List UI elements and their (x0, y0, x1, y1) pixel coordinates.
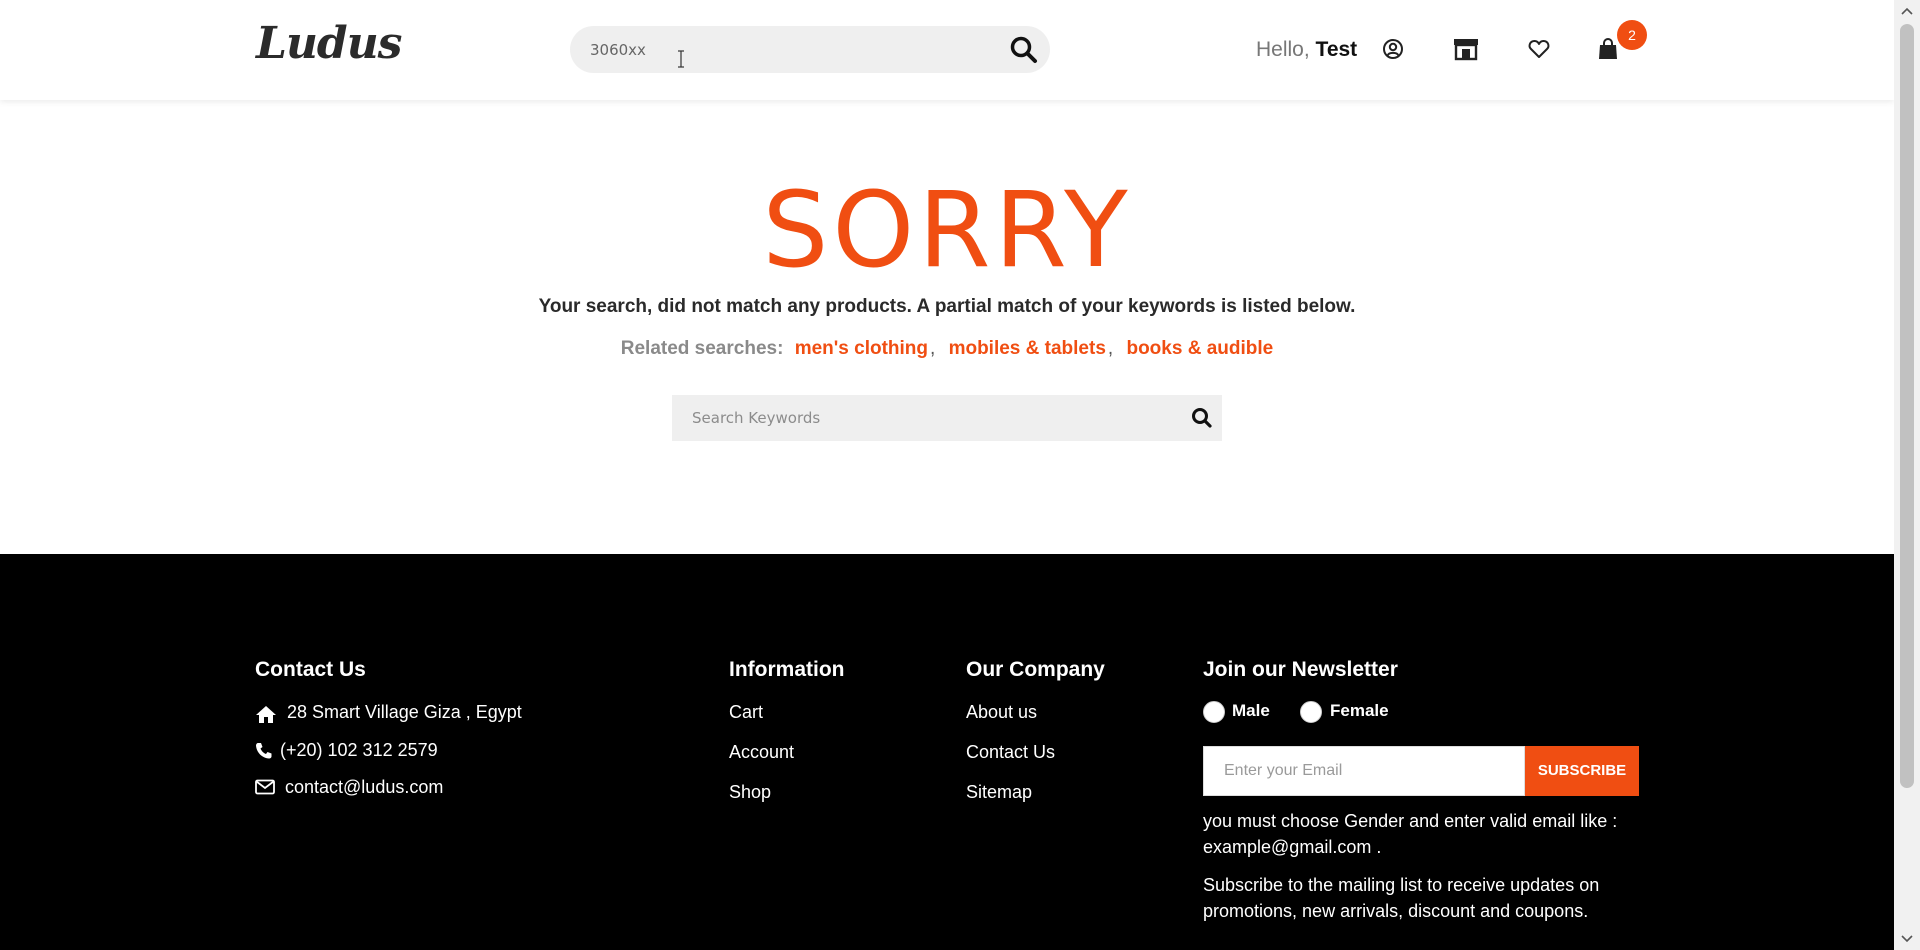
vertical-scrollbar[interactable] (1894, 0, 1920, 950)
cart-count-badge: 2 (1617, 20, 1647, 50)
contact-email: contact@ludus.com (255, 777, 555, 799)
scroll-up-button[interactable] (1894, 0, 1920, 22)
gender-label-female: Female (1330, 701, 1389, 720)
chevron-down-icon (1901, 935, 1913, 943)
home-icon (256, 706, 276, 723)
footer-link-contact-us[interactable]: Contact Us (966, 742, 1055, 763)
related-searches-label: Related searches: (620, 338, 784, 359)
footer-link-sitemap[interactable]: Sitemap (966, 782, 1032, 803)
site-header: Ludus Hello, Test (0, 0, 1894, 100)
scroll-down-button[interactable] (1894, 928, 1920, 950)
envelope-icon (255, 779, 275, 795)
contact-email-text[interactable]: contact@ludus.com (285, 777, 443, 798)
contact-title: Contact Us (255, 658, 366, 681)
newsletter-email-input[interactable] (1224, 747, 1514, 795)
contact-address-text: 28 Smart Village Giza , Egypt (287, 702, 522, 722)
keyword-search-input[interactable] (692, 395, 1152, 441)
header-search-bar (570, 26, 1050, 73)
related-separator: , (1107, 338, 1114, 359)
user-greeting: Hello, Test (1256, 38, 1357, 62)
account-button[interactable] (1380, 36, 1406, 62)
subscribe-button[interactable]: SUBSCRIBE (1525, 746, 1639, 796)
newsletter-validation-note: you must choose Gender and enter valid e… (1203, 811, 1618, 857)
text-cursor-icon (678, 50, 684, 68)
store-button[interactable] (1452, 36, 1478, 62)
site-footer: Contact Us 28 Smart Village Giza , Egypt… (0, 554, 1894, 950)
store-icon (1454, 39, 1478, 61)
user-name: Test (1315, 38, 1358, 61)
related-link-mens-clothing[interactable]: men's clothing (795, 338, 928, 359)
contact-phone-text: (+20) 102 312 2579 (280, 740, 438, 760)
keyword-search-bar (672, 395, 1222, 441)
related-link-books-audible[interactable]: books & audible (1126, 338, 1273, 359)
header-search-input[interactable] (590, 26, 990, 73)
footer-link-shop[interactable]: Shop (729, 782, 771, 803)
contact-address: 28 Smart Village Giza , Egypt (255, 702, 555, 724)
related-separator: , (930, 338, 936, 359)
gender-label-male: Male (1232, 701, 1270, 720)
information-title: Information (729, 658, 845, 681)
contact-phone: (+20) 102 312 2579 (255, 740, 555, 762)
user-circle-icon (1383, 39, 1403, 59)
search-icon (1010, 36, 1037, 63)
scrollbar-thumb[interactable] (1900, 24, 1914, 788)
footer-link-cart[interactable]: Cart (729, 702, 763, 723)
footer-link-account[interactable]: Account (729, 742, 794, 763)
newsletter-title: Join our Newsletter (1203, 658, 1398, 681)
sorry-heading: SORRY (762, 169, 1132, 291)
heart-icon (1528, 40, 1550, 58)
phone-icon (256, 743, 272, 759)
chevron-up-icon (1901, 7, 1913, 15)
gender-radio-female[interactable] (1300, 701, 1322, 723)
greeting-prefix: Hello, (1256, 38, 1310, 61)
keyword-search-button[interactable] (1188, 404, 1216, 432)
company-title: Our Company (966, 658, 1105, 681)
newsletter-description: Subscribe to the mailing list to receive… (1203, 875, 1600, 921)
related-link-mobiles-tablets[interactable]: mobiles & tablets (949, 338, 1106, 359)
related-searches: Related searches: men's clothing, mobile… (0, 338, 1894, 360)
footer-link-about-us[interactable]: About us (966, 702, 1037, 723)
page: Ludus Hello, Test (0, 0, 1894, 950)
site-logo[interactable]: Ludus (256, 18, 402, 69)
header-search-button[interactable] (1008, 34, 1040, 66)
search-icon (1192, 408, 1212, 428)
wishlist-button[interactable] (1526, 36, 1552, 62)
gender-radio-male[interactable] (1203, 701, 1225, 723)
no-results-message: Your search, did not match any products.… (538, 296, 1356, 317)
newsletter-email-field (1203, 746, 1525, 796)
